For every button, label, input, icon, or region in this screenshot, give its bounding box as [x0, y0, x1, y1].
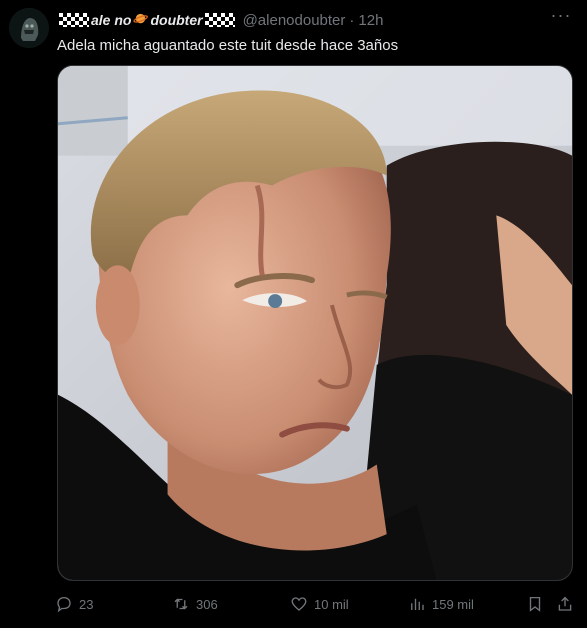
- retweet-button[interactable]: 306: [172, 592, 218, 616]
- like-count: 10 mil: [314, 596, 349, 612]
- separator: ·: [349, 11, 355, 29]
- retweet-count: 306: [196, 596, 218, 612]
- heart-icon: [291, 597, 307, 611]
- like-button[interactable]: 10 mil: [290, 592, 349, 616]
- tweet-image[interactable]: [57, 65, 573, 581]
- author-name[interactable]: ale no: [91, 12, 131, 28]
- retweet-icon: [174, 598, 188, 610]
- bookmark-icon: [529, 596, 541, 612]
- avatar[interactable]: [9, 8, 49, 48]
- checker-flag-icon: [204, 13, 235, 27]
- reply-count: 23: [79, 596, 94, 612]
- share-icon: [558, 596, 572, 611]
- reply-button[interactable]: 23: [55, 592, 93, 616]
- tweet-text: Adela micha aguantado este tuit desde ha…: [57, 37, 399, 54]
- reply-icon: [57, 596, 71, 613]
- author-handle[interactable]: @alenodoubter: [243, 12, 346, 29]
- checker-flag-icon: [59, 13, 89, 27]
- more-options-icon[interactable]: ···: [549, 6, 573, 28]
- tweet-header: ale no doubter @alenodoubter · 12h: [57, 10, 547, 30]
- views-icon: [411, 598, 424, 610]
- views-count: 159 mil: [432, 596, 474, 612]
- views-button[interactable]: 159 mil: [408, 592, 474, 616]
- bookmark-button[interactable]: [526, 592, 544, 616]
- author-name-suffix[interactable]: doubter: [150, 12, 202, 28]
- share-button[interactable]: [556, 592, 574, 616]
- tweet-actions: 23 306 10 mil 159 mil: [55, 592, 580, 616]
- timestamp[interactable]: 12h: [358, 12, 383, 29]
- planet-emoji-icon: [133, 11, 149, 30]
